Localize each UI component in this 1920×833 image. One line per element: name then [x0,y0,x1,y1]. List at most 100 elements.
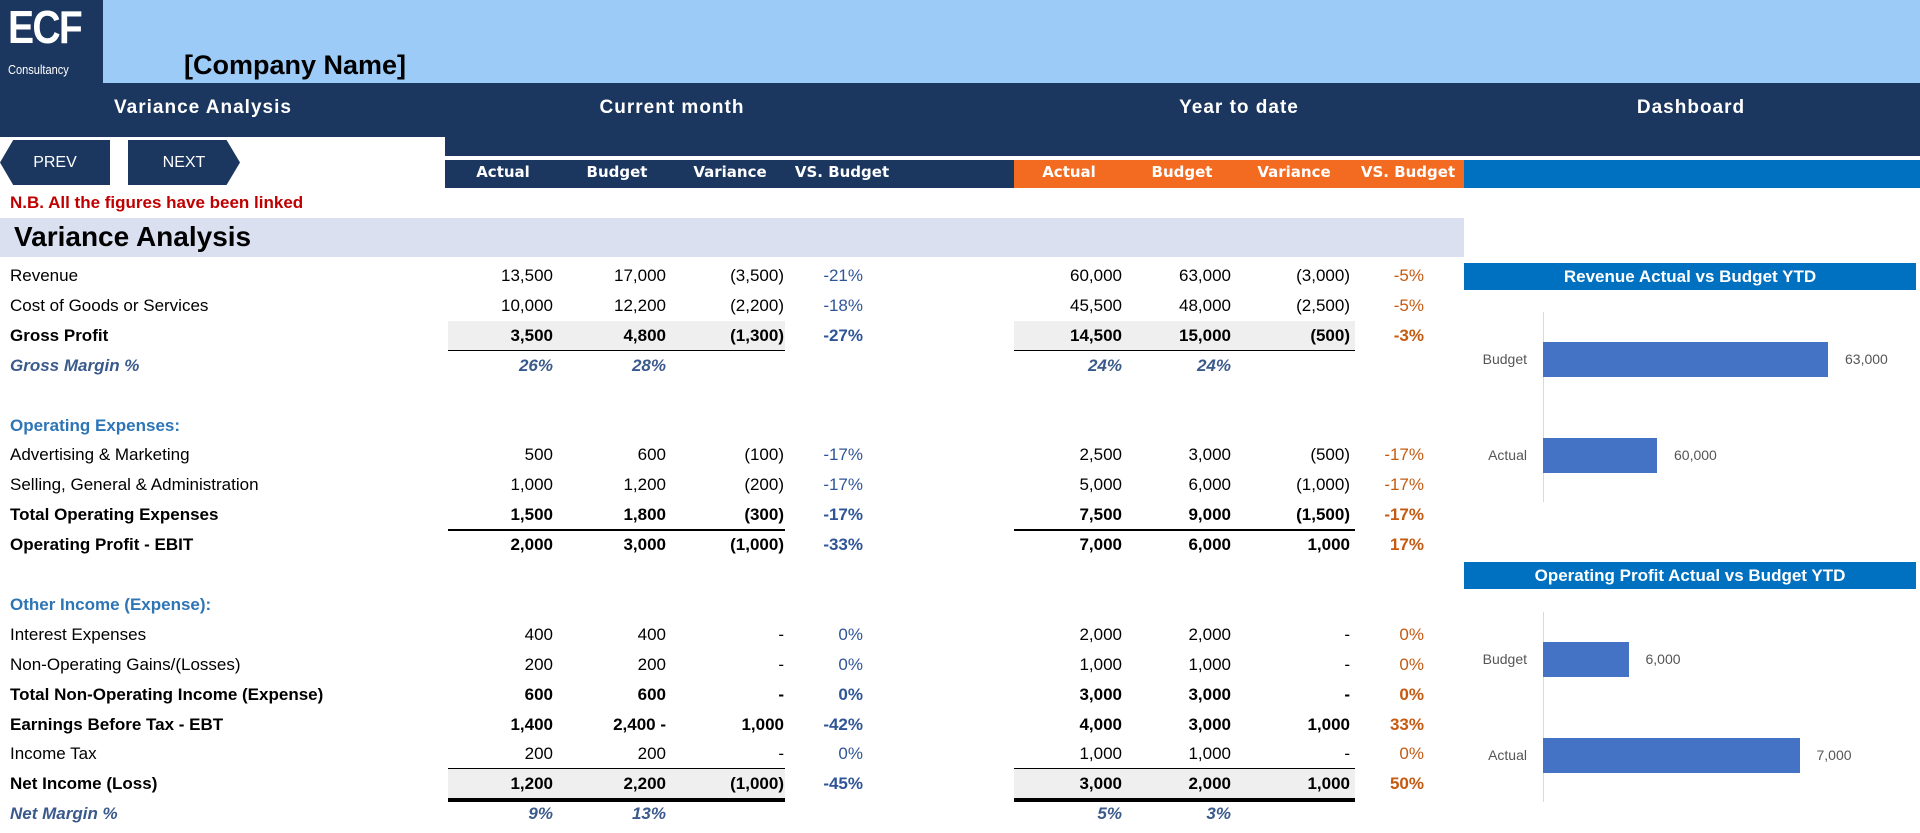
ytd-actual-cell: 7,000 [1079,535,1122,555]
table-row: Total Non-Operating Income (Expense) 600 6… [0,680,1464,710]
ytd-vs-budget-cell: -5% [1393,266,1424,285]
cm-budget-cell: 600 [637,684,666,704]
ytd-budget-cell: 1,000 [1188,744,1231,764]
ytd-budget-cell: 6,000 [1188,535,1231,555]
cm-actual-cell: 1,000 [510,475,553,495]
ytd-actual-cell: 14,500 [1070,325,1122,345]
ytd-actual-cell: 5,000 [1079,475,1122,495]
cm-vs-budget-cell: -27% [823,325,863,345]
next-button[interactable]: NEXT [128,140,240,185]
cm-vs-budget-cell: -33% [823,535,863,555]
ytd-vs-budget-cell: -5% [1393,295,1424,315]
cm-variance-cell: 1,000 [741,714,784,734]
ytd-actual-cell: 1,000 [1079,654,1122,674]
cm-vs-budget-cell: -17% [823,475,863,495]
ytd-budget-cell: 2,000 [1188,774,1231,794]
ytd-vs-budget-cell: 0% [1399,684,1424,704]
cm-actual-cell: 13,500 [501,266,553,285]
table-row: Gross Profit 3,500 4,800 (1,300) -27% 14,500 1… [0,321,1464,351]
cm-vs-budget-cell: -17% [823,445,863,465]
ytd-vs-budget-cell: 50% [1389,774,1424,794]
cm-actual-cell: 26% [518,355,553,375]
cm-variance-cell: (100) [744,445,784,465]
cm-budget-cell: 1,200 [623,475,666,495]
chart-axis [1543,312,1544,502]
ytd-vs-budget-cell: -17% [1384,445,1424,465]
cm-vs-budget-cell: 0% [838,744,863,764]
ytd-vs-budget-cell: 17% [1389,535,1424,555]
cm-vs-budget-cell: 0% [838,654,863,674]
bar-value-label: 7,000 [1816,747,1852,763]
ytd-variance-cell: - [1344,654,1350,674]
ytd-budget-cell: 3% [1206,804,1231,824]
ytd-variance-cell: (1,500) [1296,505,1350,525]
cm-variance-cell: (300) [744,505,784,525]
ytd-vs-budget-cell: 0% [1399,744,1424,764]
cm-budget-cell: 1,800 [623,505,666,525]
cm-budget-cell: 13% [631,804,666,824]
bar-value-label: 60,000 [1674,447,1717,463]
ytd-actual-cell: 1,000 [1079,744,1122,764]
ytd-vs-budget-cell: -17% [1384,475,1424,495]
spacer-row [0,560,1464,590]
revenue-chart-title: Revenue Actual vs Budget YTD [1464,263,1916,290]
table-row: Cost of Goods or Services 10,000 12,200 (2,… [0,291,1464,321]
table-row: Revenue 13,500 17,000 (3,500) -21% 60,000 63,0… [0,261,1464,291]
logo-subtext: Consultancy [8,62,69,77]
ytd-budget-cell: 3,000 [1188,714,1231,734]
table-row: Income Tax 200 200 - 0% 1,000 1,000 - 0% [0,739,1464,769]
ytd-budget-cell: 9,000 [1188,505,1231,525]
row-label: Selling, General & Administration [10,475,259,495]
col-cm-variance: Variance [693,163,767,181]
cm-actual-cell: 1,500 [510,505,553,525]
table-row: Total Operating Expenses 1,500 1,800 (300) -… [0,500,1464,530]
ytd-variance-cell: - [1344,684,1350,704]
section-header-row: Other Income (Expense): [0,590,1464,620]
col-ytd-budget: Budget [1151,163,1213,181]
nav-dashboard[interactable]: Dashboard [1637,97,1745,119]
cm-variance-cell: - [778,684,784,704]
cm-vs-budget-cell: -21% [823,266,863,285]
header-fill [445,137,1920,156]
row-label: Earnings Before Tax - EBT [10,714,224,734]
nav-variance-analysis[interactable]: Variance Analysis [114,97,292,119]
ytd-variance-cell: (500) [1310,325,1350,345]
dashboard-header-row [1464,160,1920,188]
cm-budget-cell: 17,000 [614,266,666,285]
ytd-actual-cell: 7,500 [1079,505,1122,525]
bar-value-label: 6,000 [1645,651,1681,667]
cm-variance-cell: (1,000) [730,774,784,794]
nav-year-to-date: Year to date [1179,97,1299,118]
prev-button[interactable]: PREV [0,140,110,185]
cm-actual-cell: 200 [524,654,553,674]
ytd-vs-budget-cell: 33% [1389,714,1424,734]
ytd-vs-budget-cell: 0% [1399,654,1424,674]
table-row: Net Margin % 9% 13% 5% 3% [0,799,1464,829]
row-label: Gross Profit [10,325,109,345]
bar-budget [1543,342,1828,377]
cm-budget-cell: 600 [637,445,666,465]
ytd-budget-cell: 3,000 [1188,445,1231,465]
ytd-variance-cell: (500) [1310,445,1350,465]
cm-vs-budget-cell: -18% [823,295,863,315]
row-label: Total Operating Expenses [10,505,219,525]
bar-category-label: Budget [1482,351,1527,367]
cm-actual-cell: 1,200 [510,774,553,794]
ytd-actual-cell: 45,500 [1070,295,1122,315]
bar-actual [1543,738,1800,773]
ytd-budget-cell: 3,000 [1188,684,1231,704]
cm-actual-cell: 1,400 [510,714,553,734]
ytd-vs-budget-cell: 0% [1399,624,1424,644]
ytd-vs-budget-cell: -3% [1393,325,1424,345]
cm-variance-cell: (1,300) [730,325,784,345]
cm-actual-cell: 400 [524,624,553,644]
table-row: Interest Expenses 400 400 - 0% 2,000 2,000 - 0% [0,620,1464,650]
ytd-actual-cell: 2,000 [1079,624,1122,644]
cm-actual-cell: 500 [524,445,553,465]
table-row: Net Income (Loss) 1,200 2,200 (1,000) -45% 3,… [0,769,1464,799]
ytd-budget-cell: 63,000 [1179,266,1231,285]
ytd-variance-cell: (2,500) [1296,295,1350,315]
cm-actual-cell: 600 [524,684,553,704]
cm-vs-budget-cell: -42% [823,714,863,734]
ytd-actual-cell: 3,000 [1079,684,1122,704]
